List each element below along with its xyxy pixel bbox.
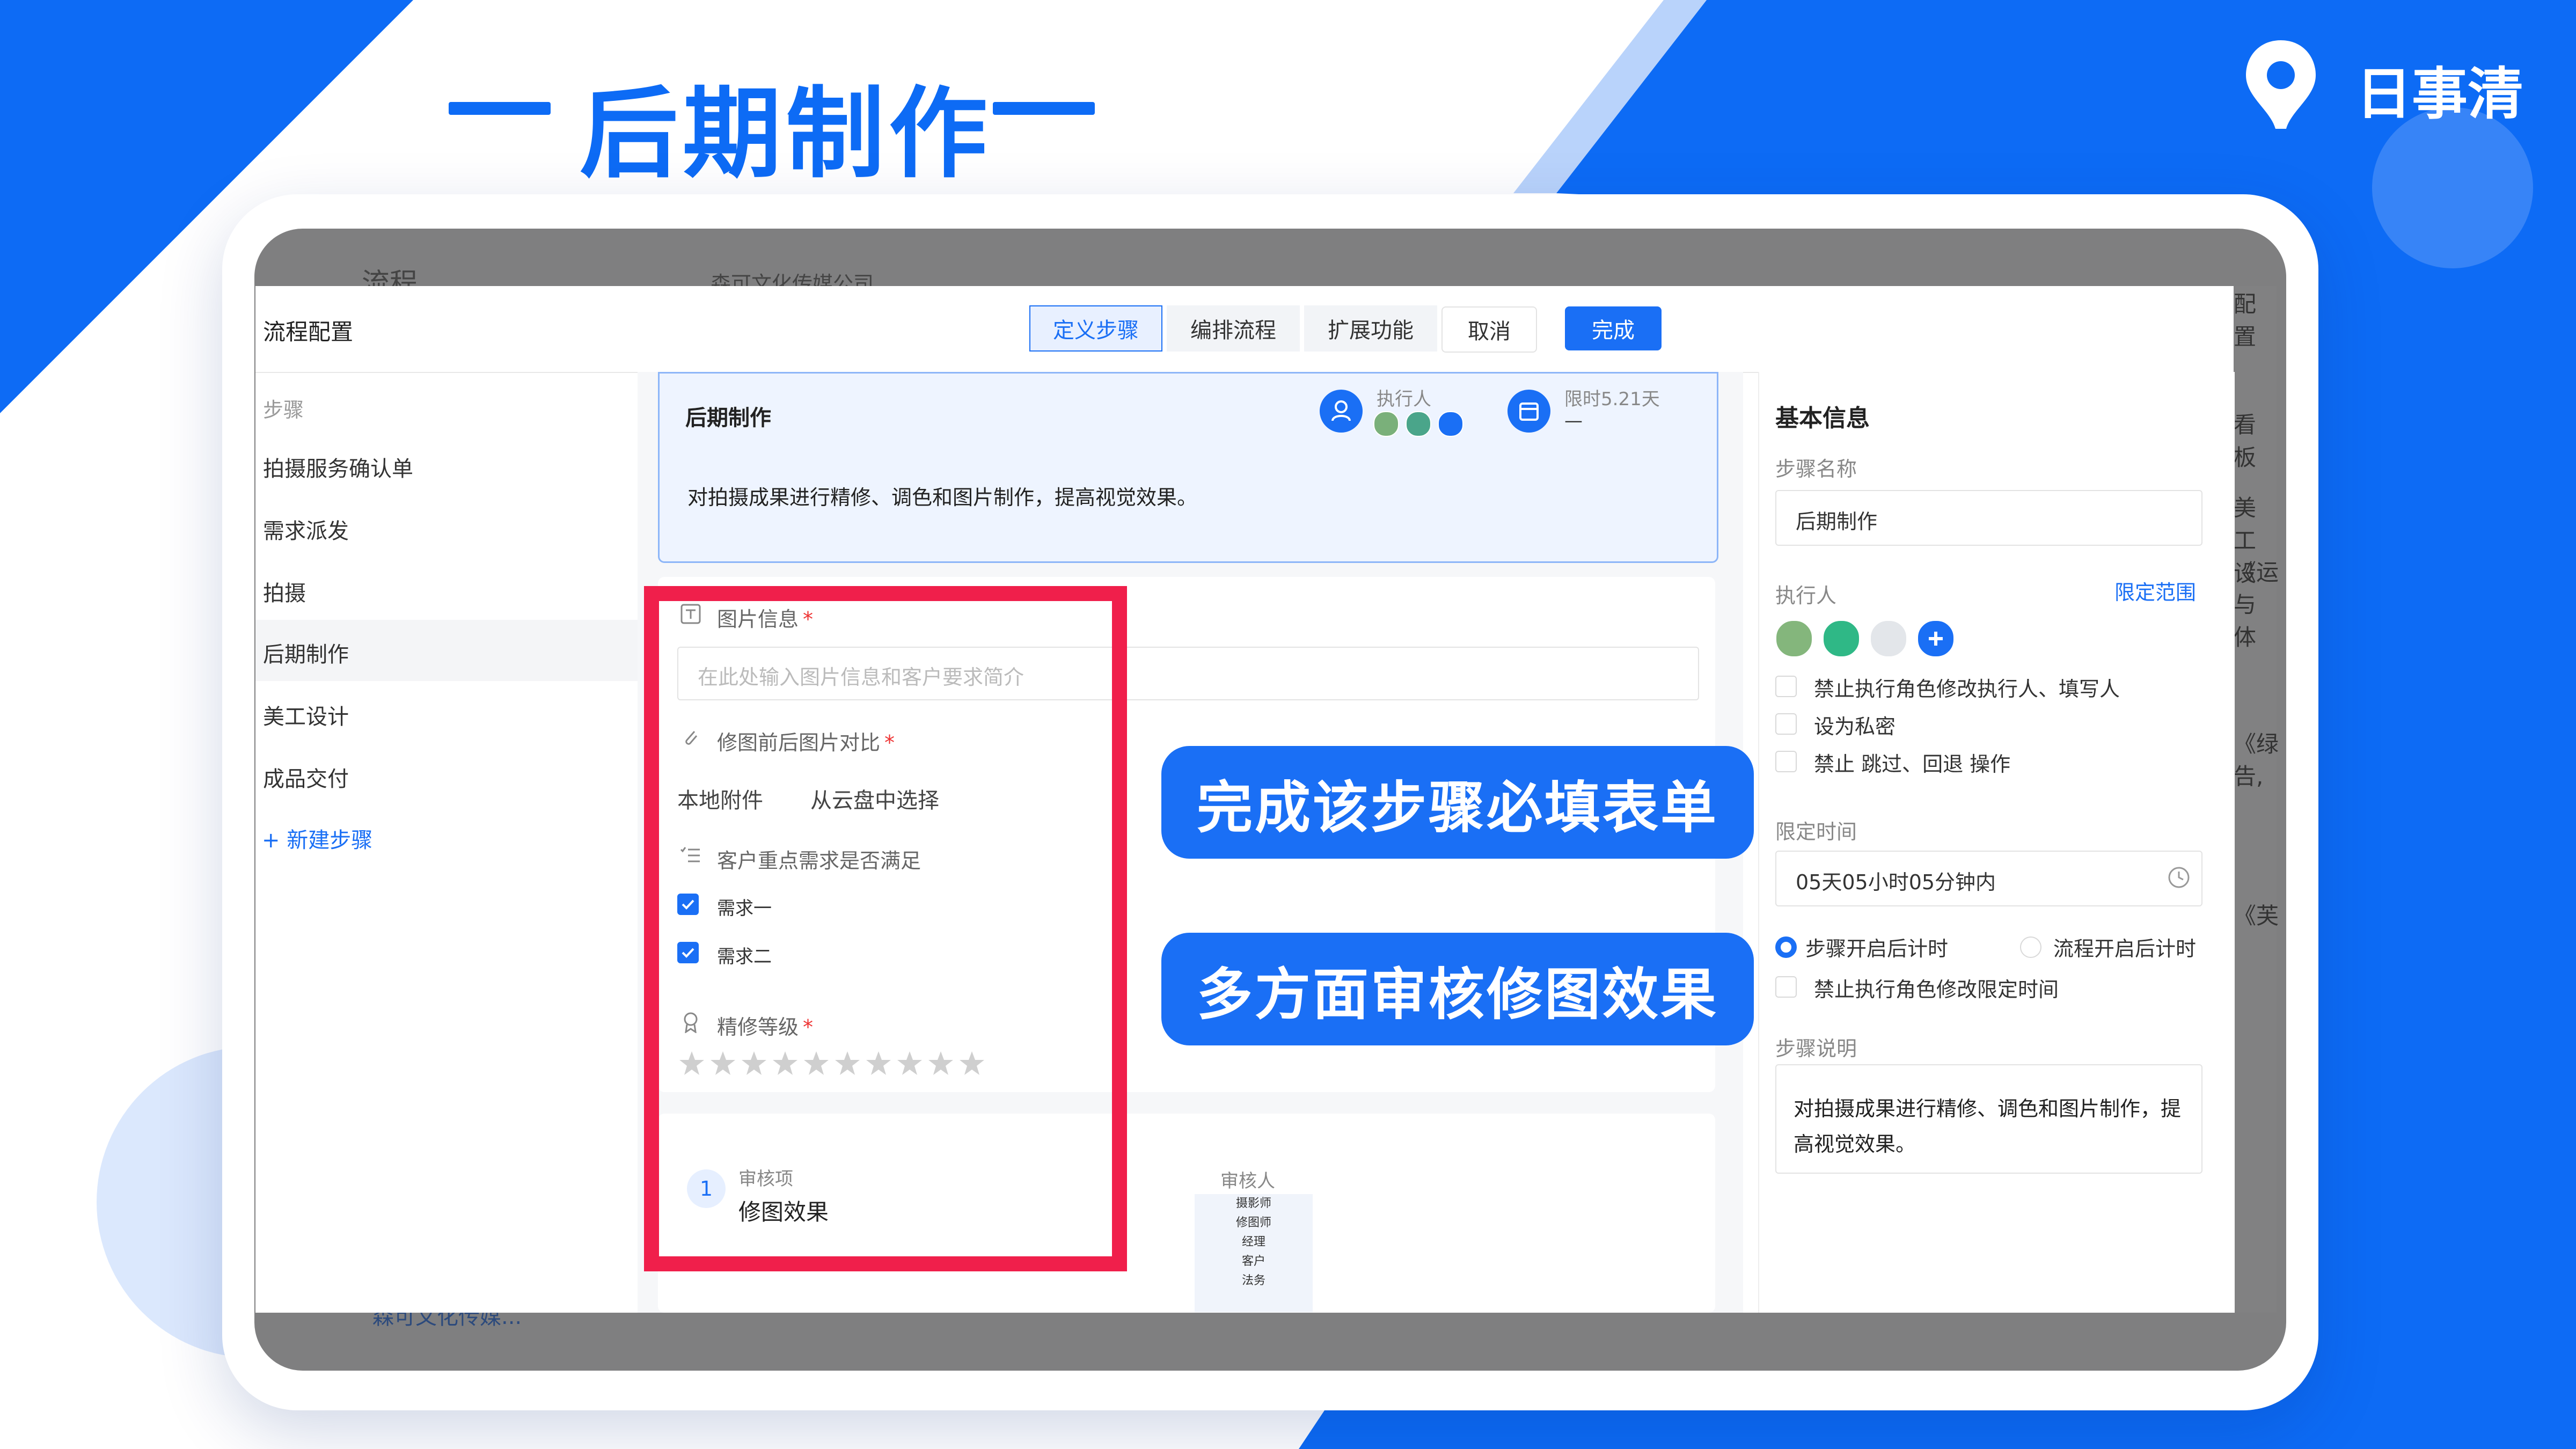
reviewer-item: 修图师 [1235, 1216, 1271, 1230]
step-name-label: 步骤名称 [1775, 457, 1857, 481]
location-pin-icon [2246, 40, 2316, 129]
step-summary-card[interactable]: 后期制作 执行人 限时5.21天 — 对拍摄成果进行精修、调色和图片制作，提高视… [658, 372, 1718, 563]
executor-icon [1320, 390, 1363, 433]
executor-label: 执行人 [1377, 389, 1431, 410]
limit-range-link[interactable]: 限定范围 [2114, 576, 2196, 605]
new-step-button[interactable]: + 新建步骤 [262, 823, 372, 854]
more-avatars-icon[interactable] [1438, 411, 1463, 437]
avatar[interactable] [1775, 620, 1813, 657]
title-dash-right [993, 102, 1095, 115]
callout-review-effect: 多方面审核修图效果 [1161, 933, 1754, 1045]
sidebar-item-step[interactable]: 拍摄服务确认单 [263, 451, 413, 482]
strip-text: 《芙 [2234, 903, 2279, 929]
time-limit-label: 限定时间 [1775, 820, 1857, 844]
reviewer-item: 摄影师 [1235, 1197, 1271, 1210]
sidebar-item-step[interactable]: 拍摄 [263, 576, 306, 607]
sidebar-item-step[interactable]: 成品交付 [263, 762, 349, 793]
page-title: 后期制作 [580, 77, 992, 192]
sidebar-section-label: 步骤 [263, 398, 304, 422]
modal-title: 流程配置 [263, 319, 354, 345]
checkbox-label: 禁止执行角色修改限定时间 [1814, 978, 2059, 1001]
reviewer-item: 经理 [1241, 1235, 1265, 1249]
clock-icon [2168, 867, 2190, 888]
avatar[interactable] [1823, 620, 1860, 657]
strip-text: 看板 [2234, 412, 2257, 471]
description-label: 步骤说明 [1775, 1037, 1857, 1060]
step-name-input[interactable]: 后期制作 [1775, 490, 2202, 546]
executor-label: 执行人 [1775, 584, 1837, 608]
checkbox-label: 禁止执行角色修改执行人、填写人 [1814, 677, 2120, 701]
reviewer-item: 客户 [1241, 1255, 1265, 1268]
brand-name: 日事清 [2356, 61, 2524, 127]
strip-text: 《运 [2234, 559, 2279, 586]
checkbox[interactable] [1775, 713, 1797, 735]
strip-text: 告, [2234, 763, 2264, 789]
time-limit-input[interactable]: 05天05小时05分钟内 [1775, 851, 2202, 906]
avatar [1373, 411, 1399, 437]
cancel-button[interactable]: 取消 [1441, 306, 1537, 353]
sidebar-item-step[interactable]: 需求派发 [263, 514, 349, 545]
tab-define-steps[interactable]: 定义步骤 [1029, 305, 1162, 352]
step-name: 后期制作 [685, 406, 771, 430]
avatar [1406, 411, 1431, 437]
description-textarea[interactable]: 对拍摄成果进行精修、调色和图片制作，提高视觉效果。 [1775, 1064, 2202, 1174]
checkbox-label: 禁止 跳过、回退 操作 [1814, 752, 2011, 776]
time-limit-label: 限时5.21天 [1564, 389, 1660, 410]
steps-sidebar: 步骤 拍摄服务确认单 需求派发 拍摄 后期制作 美工设计 成品交付 + 新建步骤 [255, 372, 639, 1313]
background-right-strip: 配置 看板 美工设 《运 与体 《绿 告, 《芙 [2234, 286, 2279, 1313]
reviewer-item: 法务 [1241, 1274, 1265, 1287]
sidebar-item-step-active[interactable]: 后期制作 [263, 637, 349, 668]
highlight-box [644, 586, 1127, 1271]
reviewer-list[interactable]: 摄影师 修图师 经理 客户 法务 [1195, 1194, 1313, 1312]
description-text: 对拍摄成果进行精修、调色和图片制作，提高视觉效果。 [1794, 1097, 2182, 1156]
calendar-icon [1507, 390, 1550, 433]
reviewer-label: 审核人 [1220, 1170, 1275, 1192]
done-button[interactable]: 完成 [1565, 306, 1662, 350]
sidebar-item-step[interactable]: 美工设计 [263, 699, 349, 730]
title-dash-left [449, 102, 551, 115]
strip-text: 《绿 [2234, 731, 2279, 757]
checkbox[interactable] [1775, 676, 1797, 697]
radio-label: 流程开启后计时 [2053, 937, 2197, 961]
checkbox-label: 设为私密 [1814, 715, 1896, 738]
hero-title: 后期制作 [0, 21, 1181, 192]
basic-info-heading: 基本信息 [1775, 405, 1870, 432]
strip-text: 与体 [2234, 591, 2257, 650]
radio-process-timer[interactable] [2020, 936, 2041, 958]
modal-header: 流程配置 定义步骤 编排流程 扩展功能 取消 完成 [255, 286, 2234, 373]
step-description: 对拍摄成果进行精修、调色和图片制作，提高视觉效果。 [687, 486, 1198, 509]
checkbox[interactable] [1775, 751, 1797, 772]
tab-bar: 定义步骤 编排流程 扩展功能 [1029, 305, 1441, 352]
avatar[interactable] [1870, 620, 1907, 657]
radio-label: 步骤开启后计时 [1805, 937, 1949, 961]
tab-arrange-process[interactable]: 编排流程 [1167, 305, 1300, 352]
add-executor-icon[interactable] [1917, 620, 1955, 657]
time-limit-value: — [1564, 410, 1583, 431]
callout-required-form: 完成该步骤必填表单 [1161, 746, 1754, 859]
strip-text: 配置 [2234, 291, 2257, 350]
checkbox[interactable] [1775, 976, 1797, 998]
basic-info-panel: 基本信息 步骤名称 后期制作 执行人 限定范围 禁止执行角色修改执行人、填写人 … [1758, 372, 2235, 1313]
radio-step-timer[interactable] [1775, 936, 1797, 958]
tab-extensions[interactable]: 扩展功能 [1304, 305, 1437, 352]
